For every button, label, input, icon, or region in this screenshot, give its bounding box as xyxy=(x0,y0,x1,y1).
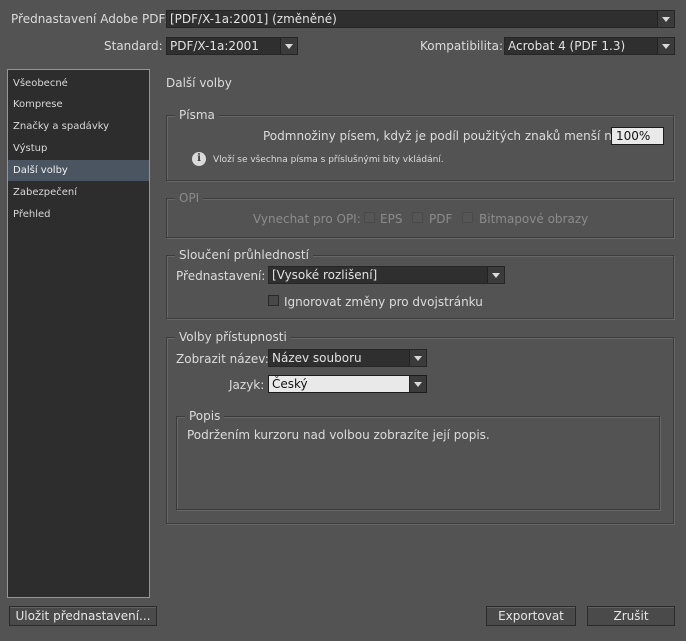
export-button[interactable]: Exportovat xyxy=(486,606,576,626)
chevron-down-icon xyxy=(657,38,674,54)
opi-group-title: OPI xyxy=(175,191,204,205)
opi-omit-label: Vynechat pro OPI: xyxy=(253,212,361,226)
accessibility-group-title: Volby přístupnosti xyxy=(175,330,291,344)
flattening-group xyxy=(166,255,674,319)
standard-dropdown[interactable]: PDF/X-1a:2001 xyxy=(166,37,298,55)
compat-dropdown[interactable]: Acrobat 4 (PDF 1.3) xyxy=(504,37,675,55)
fonts-group-title: Písma xyxy=(175,108,219,122)
language-dropdown[interactable]: Český xyxy=(268,375,427,393)
description-text: Podržením kurzoru nad volbou zobrazíte j… xyxy=(187,428,490,442)
save-preset-button[interactable]: Uložit přednastavení... xyxy=(9,606,157,626)
preset-label: Přednastavení Adobe PDF: xyxy=(11,12,169,26)
flattening-preset-dropdown[interactable]: [Vysoké rozlišení] xyxy=(268,266,505,284)
compat-label: Kompatibilita: xyxy=(420,39,504,53)
fonts-group xyxy=(166,115,674,181)
flattening-preset-value: [Vysoké rozlišení] xyxy=(272,268,378,282)
opi-pdf-checkbox[interactable] xyxy=(412,212,423,223)
opi-eps-label: EPS xyxy=(380,212,403,226)
sidebar-item-dalsi-volby[interactable]: Další volby xyxy=(8,160,149,181)
opi-bitmap-checkbox[interactable] xyxy=(462,212,473,223)
opi-eps-checkbox[interactable] xyxy=(364,212,375,223)
font-subset-label: Podmnožiny písem, když je podíl použitýc… xyxy=(263,129,630,143)
display-title-label: Zobrazit název: xyxy=(176,352,269,366)
sidebar-item-znacky[interactable]: Značky a spadávky xyxy=(8,116,149,137)
flattening-preset-label: Přednastavení: xyxy=(176,269,266,283)
cancel-button[interactable]: Zrušit xyxy=(587,606,675,626)
standard-label: Standard: xyxy=(104,39,163,53)
chevron-down-icon xyxy=(409,376,426,392)
display-title-dropdown[interactable]: Název souboru xyxy=(268,349,427,367)
sidebar-item-vseobecne[interactable]: Všeobecné xyxy=(8,73,149,94)
flattening-group-title: Sloučení průhledností xyxy=(175,248,313,262)
standard-value: PDF/X-1a:2001 xyxy=(170,39,259,53)
language-value: Český xyxy=(272,377,308,391)
sidebar-item-zabezpeceni[interactable]: Zabezpečení xyxy=(8,182,149,203)
chevron-down-icon xyxy=(409,350,426,366)
info-icon: i xyxy=(192,152,206,166)
sidebar-item-prehled[interactable]: Přehled xyxy=(8,204,149,225)
preset-value: [PDF/X-1a:2001] (změněné) xyxy=(170,12,337,26)
ignore-spread-checkbox[interactable] xyxy=(268,295,279,306)
category-list: Všeobecné Komprese Značky a spadávky Výs… xyxy=(7,69,150,598)
chevron-down-icon xyxy=(487,267,504,283)
ignore-spread-label: Ignorovat změny pro dvojstránku xyxy=(284,295,483,309)
chevron-down-icon xyxy=(657,11,674,27)
sidebar-item-vystup[interactable]: Výstup xyxy=(8,138,149,159)
display-title-value: Název souboru xyxy=(272,351,362,365)
preset-dropdown[interactable]: [PDF/X-1a:2001] (změněné) xyxy=(166,10,675,28)
page-title: Další volby xyxy=(166,76,232,90)
font-subset-input[interactable]: 100% xyxy=(611,127,664,145)
description-title: Popis xyxy=(185,409,225,423)
language-label: Jazyk: xyxy=(229,378,265,392)
sidebar-item-komprese[interactable]: Komprese xyxy=(8,94,149,115)
compat-value: Acrobat 4 (PDF 1.3) xyxy=(508,39,626,53)
font-info-text: Vloží se všechna písma s příslušnými bit… xyxy=(213,155,444,165)
opi-bitmap-label: Bitmapové obrazy xyxy=(479,212,589,226)
chevron-down-icon xyxy=(280,38,297,54)
opi-pdf-label: PDF xyxy=(429,212,453,226)
